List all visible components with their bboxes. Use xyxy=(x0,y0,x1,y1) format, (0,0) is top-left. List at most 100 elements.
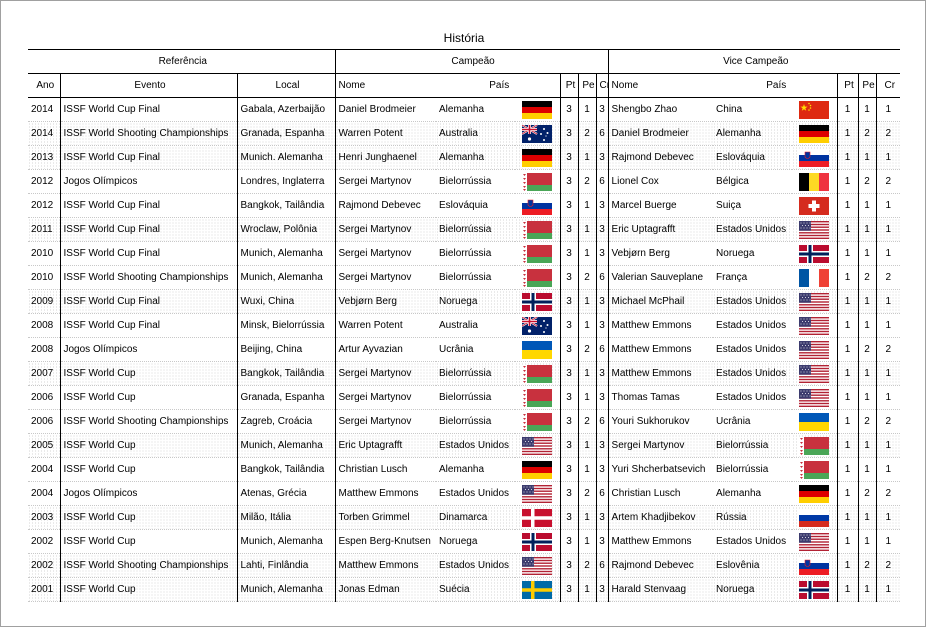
runner-up-pt-cell: 1 xyxy=(837,217,859,242)
champion-cr-cell: 3 xyxy=(596,529,609,554)
norway-flag-icon xyxy=(799,244,830,263)
runner-up-pt-cell: 1 xyxy=(837,433,859,458)
runner-up-name-cell: Marcel Buerge xyxy=(608,193,714,218)
event-cell: ISSF World Shooting Championships xyxy=(60,409,238,434)
belarus-flag-icon xyxy=(522,268,553,287)
champion-pe-cell: 2 xyxy=(578,553,597,578)
runner-up-name-cell: Yuri Shcherbatsevich xyxy=(608,457,714,482)
belarus-flag-icon xyxy=(799,460,830,479)
champion-pt-cell: 3 xyxy=(560,337,579,362)
champion-flag-cell xyxy=(515,409,561,434)
runner-up-name-cell: Christian Lusch xyxy=(608,481,714,506)
runner-up-name-cell: Michael McPhail xyxy=(608,289,714,314)
champion-pe-cell: 1 xyxy=(578,145,597,170)
france-flag-icon xyxy=(799,268,830,287)
champion-cr-cell: 6 xyxy=(596,337,609,362)
usa-flag-icon xyxy=(522,484,553,503)
runner-up-cr-cell: 2 xyxy=(876,169,901,194)
champion-country-cell: Estados Unidos xyxy=(436,553,516,578)
champion-name-cell: Sergei Martynov xyxy=(335,217,437,242)
runner-up-flag-cell xyxy=(792,505,838,530)
champion-flag-cell xyxy=(515,433,561,458)
runner-up-flag-cell xyxy=(792,241,838,266)
runner-up-pt-cell: 1 xyxy=(837,337,859,362)
champion-pt-cell: 3 xyxy=(560,241,579,266)
champion-name-cell: Sergei Martynov xyxy=(335,361,437,386)
runner-up-pe-cell: 1 xyxy=(858,289,877,314)
champion-cr-cell: 3 xyxy=(596,457,609,482)
champion-pt-cell: 3 xyxy=(560,409,579,434)
runner-up-pt-cell: 1 xyxy=(837,97,859,122)
runner-up-pt-cell: 1 xyxy=(837,265,859,290)
usa-flag-icon xyxy=(799,532,830,551)
year-cell: 2012 xyxy=(28,193,61,218)
norway-flag-icon xyxy=(799,580,830,599)
spreadsheet-sheet: História Referência Campeão Vice Campeão… xyxy=(0,0,926,627)
runner-up-country-cell: Estados Unidos xyxy=(713,313,793,338)
norway-flag-icon xyxy=(522,532,553,551)
event-cell: ISSF World Cup Final xyxy=(60,193,238,218)
champion-name-cell: Matthew Emmons xyxy=(335,481,437,506)
runner-up-pe-cell: 1 xyxy=(858,433,877,458)
runner-up-name-cell: Thomas Tamas xyxy=(608,385,714,410)
event-cell: ISSF World Shooting Championships xyxy=(60,265,238,290)
ukraine-flag-icon xyxy=(522,340,553,359)
runner-up-cr-cell: 1 xyxy=(876,289,901,314)
champion-cr-cell: 3 xyxy=(596,145,609,170)
location-cell: Munich, Alemanha xyxy=(237,433,336,458)
column-header-runner-up-pt: Pt xyxy=(837,73,859,98)
runner-up-cr-cell: 1 xyxy=(876,361,901,386)
sweden-flag-icon xyxy=(522,580,553,599)
runner-up-name-cell: Matthew Emmons xyxy=(608,361,714,386)
champion-pt-cell: 3 xyxy=(560,529,579,554)
belarus-flag-icon xyxy=(522,172,553,191)
champion-country-cell: Bielorrússia xyxy=(436,217,516,242)
champion-pt-cell: 3 xyxy=(560,457,579,482)
champion-name-cell: Vebjørn Berg xyxy=(335,289,437,314)
runner-up-flag-cell xyxy=(792,289,838,314)
location-cell: Lahti, Finlândia xyxy=(237,553,336,578)
champion-flag-cell xyxy=(515,193,561,218)
runner-up-country-cell: Eslováquia xyxy=(713,145,793,170)
runner-up-country-cell: Estados Unidos xyxy=(713,385,793,410)
slovenia-flag-icon xyxy=(799,148,830,167)
year-cell: 2007 xyxy=(28,361,61,386)
runner-up-flag-cell xyxy=(792,193,838,218)
location-cell: Beijing, China xyxy=(237,337,336,362)
runner-up-name-cell: Matthew Emmons xyxy=(608,313,714,338)
belarus-flag-icon xyxy=(522,220,553,239)
year-cell: 2010 xyxy=(28,241,61,266)
champion-cr-cell: 6 xyxy=(596,409,609,434)
runner-up-pe-cell: 1 xyxy=(858,505,877,530)
champion-name-cell: Eric Uptagrafft xyxy=(335,433,437,458)
champion-pe-cell: 2 xyxy=(578,265,597,290)
event-cell: ISSF World Cup Final xyxy=(60,289,238,314)
location-cell: Zagreb, Croácia xyxy=(237,409,336,434)
column-header-champion-pt: Pt xyxy=(560,73,579,98)
champion-country-cell: Noruega xyxy=(436,289,516,314)
champion-pe-cell: 1 xyxy=(578,457,597,482)
runner-up-cr-cell: 1 xyxy=(876,145,901,170)
column-header-champion-country: País xyxy=(436,73,561,98)
event-cell: ISSF World Cup xyxy=(60,457,238,482)
table-row: 2014 ISSF World Cup Final Gabala, Azerbaij… xyxy=(28,97,901,122)
champion-cr-cell: 3 xyxy=(596,241,609,266)
usa-flag-icon xyxy=(799,388,830,407)
champion-flag-cell xyxy=(515,457,561,482)
champion-name-cell: Sergei Martynov xyxy=(335,409,437,434)
runner-up-pt-cell: 1 xyxy=(837,169,859,194)
champion-pt-cell: 3 xyxy=(560,313,579,338)
champion-cr-cell: 6 xyxy=(596,481,609,506)
runner-up-cr-cell: 2 xyxy=(876,481,901,506)
runner-up-country-cell: Suiça xyxy=(713,193,793,218)
runner-up-country-cell: Ucrânia xyxy=(713,409,793,434)
champion-name-cell: Sergei Martynov xyxy=(335,265,437,290)
runner-up-country-cell: Eslovênia xyxy=(713,553,793,578)
champion-cr-cell: 3 xyxy=(596,217,609,242)
denmark-flag-icon xyxy=(522,508,553,527)
champion-cr-cell: 6 xyxy=(596,265,609,290)
champion-country-cell: Ucrânia xyxy=(436,337,516,362)
runner-up-pe-cell: 2 xyxy=(858,121,877,146)
location-cell: Granada, Espanha xyxy=(237,385,336,410)
champion-pt-cell: 3 xyxy=(560,121,579,146)
